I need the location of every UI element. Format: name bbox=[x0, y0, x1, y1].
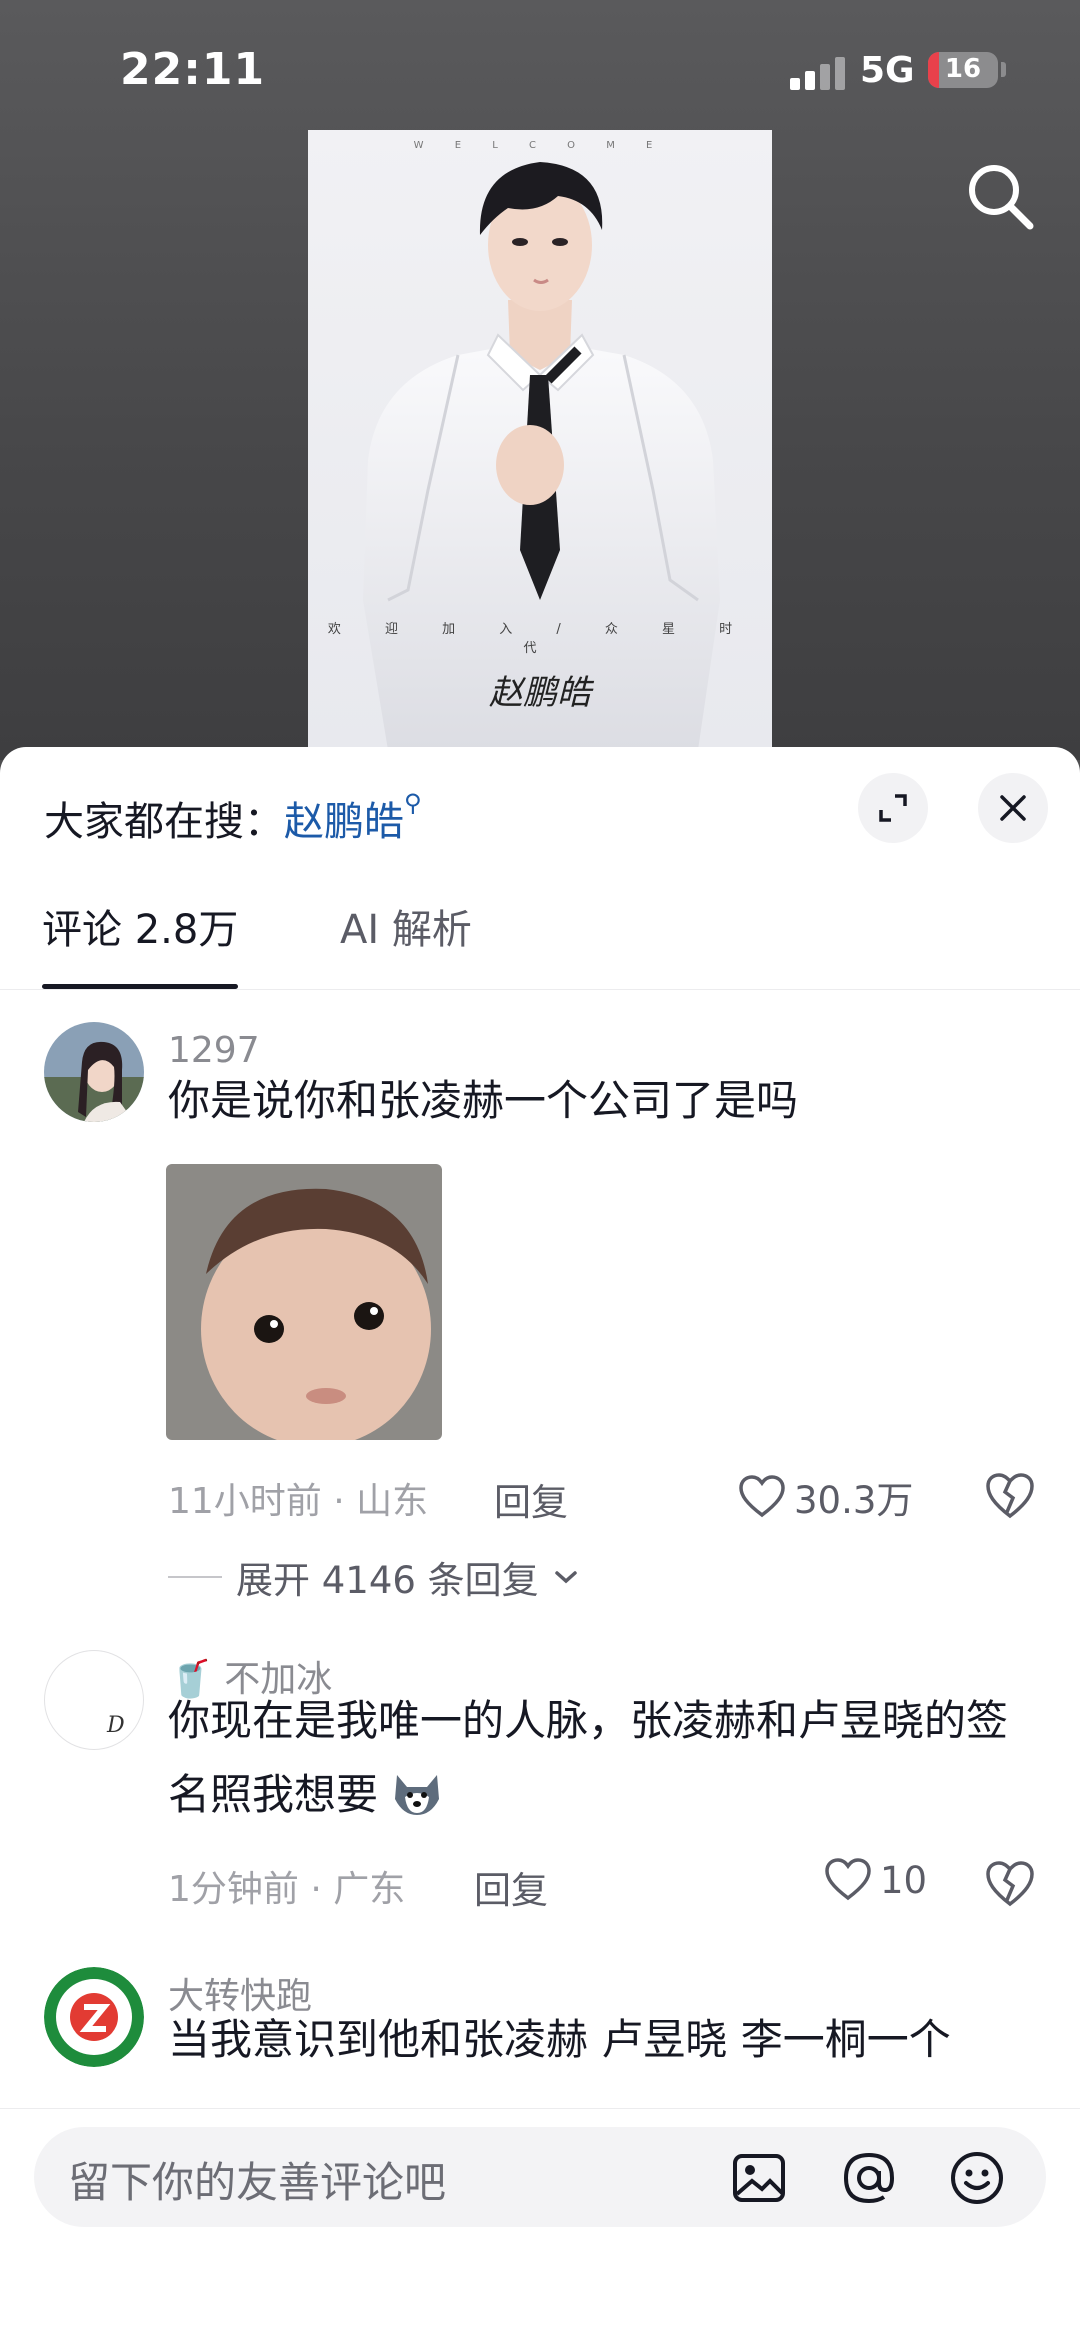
expand-replies[interactable]: 展开 4146 条回复 bbox=[168, 1550, 579, 1604]
comment-text-content: 你现在是我唯一的人脉，张凌赫和卢昱晓的签名照我想要 bbox=[168, 1696, 1009, 1819]
avatar[interactable] bbox=[44, 1022, 144, 1122]
person-illustration bbox=[363, 162, 720, 750]
emoji-icon[interactable] bbox=[948, 2149, 1006, 2207]
reply-button[interactable]: 回复 bbox=[494, 1472, 568, 1526]
at-icon[interactable] bbox=[840, 2149, 898, 2207]
comment-text[interactable]: 当我意识到他和张凌赫 卢昱晓 李一桐一个 bbox=[168, 2003, 1028, 2077]
close-icon bbox=[1000, 795, 1026, 821]
expand-icon bbox=[879, 794, 907, 822]
poster-tagline: 欢 迎 加 入 / 众 星 时 代 bbox=[327, 622, 753, 656]
comment-item: 1297 你是说你和张凌赫一个公司了是吗 11小时前 · 山东 回复 30.3万 bbox=[0, 1022, 1080, 1602]
video-poster[interactable]: W E L C O M E 欢 迎 加 入 / 众 星 时 代 赵鹏皓 bbox=[308, 130, 772, 750]
close-button[interactable] bbox=[978, 773, 1048, 843]
dislike-button[interactable] bbox=[984, 1860, 1036, 1912]
comment-input-bar: 留下你的友善评论吧 bbox=[0, 2108, 1080, 2338]
tab-ai-analysis[interactable]: AI 解析 bbox=[340, 897, 472, 989]
broken-heart-icon bbox=[986, 1861, 1034, 1907]
avatar[interactable]: D bbox=[44, 1650, 144, 1750]
hot-search-keyword[interactable]: 赵鹏皓 bbox=[284, 799, 404, 845]
comment-image[interactable] bbox=[166, 1164, 442, 1440]
broken-heart-icon bbox=[986, 1473, 1034, 1519]
husky-emoji-icon bbox=[395, 1775, 440, 1815]
battery-percent: 16 bbox=[944, 54, 982, 84]
hot-search-label: 大家都在搜： bbox=[44, 799, 284, 845]
chevron-down-icon bbox=[554, 1571, 577, 1584]
dislike-button[interactable] bbox=[984, 1472, 1036, 1524]
like-count: 30.3万 bbox=[794, 1479, 914, 1522]
comment-panel: 大家都在搜：赵鹏皓⚲ 评论 2.8万 AI 解析 1297 你是说你和张凌赫一个… bbox=[0, 747, 1080, 2337]
poster-name: 赵鹏皓 bbox=[489, 673, 591, 713]
heart-icon bbox=[825, 1858, 871, 1901]
battery-icon: 16 bbox=[928, 52, 998, 88]
poster-welcome-text: W E L C O M E bbox=[413, 140, 667, 151]
comment-tabs: 评论 2.8万 AI 解析 bbox=[0, 897, 1080, 990]
avatar[interactable] bbox=[44, 1967, 144, 2067]
like-count: 10 bbox=[880, 1858, 928, 1902]
image-icon[interactable] bbox=[730, 2149, 788, 2207]
comment-item: 大转快跑 当我意识到他和张凌赫 卢昱晓 李一桐一个 bbox=[0, 1967, 1080, 2107]
comment-input[interactable]: 留下你的友善评论吧 bbox=[34, 2127, 1046, 2227]
status-time: 22:11 bbox=[120, 44, 266, 95]
expand-button[interactable] bbox=[858, 773, 928, 843]
battery-tip bbox=[1001, 62, 1006, 77]
search-icon: ⚲ bbox=[404, 789, 422, 817]
comment-meta: 1分钟前 · 广东 bbox=[168, 1869, 406, 1910]
comment-text[interactable]: 你现在是我唯一的人脉，张凌赫和卢昱晓的签名照我想要 bbox=[168, 1684, 1028, 1832]
like-button[interactable]: 30.3万 bbox=[738, 1470, 913, 1524]
hot-search[interactable]: 大家都在搜：赵鹏皓⚲ bbox=[44, 789, 422, 847]
tab-comments[interactable]: 评论 2.8万 bbox=[42, 897, 239, 989]
expand-replies-label: 展开 4146 条回复 bbox=[236, 1559, 539, 1602]
comment-meta: 11小时前 · 山东 bbox=[168, 1481, 429, 1522]
like-button[interactable]: 10 bbox=[824, 1858, 927, 1902]
comment-input-placeholder: 留下你的友善评论吧 bbox=[68, 2158, 447, 2207]
comment-text[interactable]: 你是说你和张凌赫一个公司了是吗 bbox=[168, 1064, 1028, 1138]
network-type: 5G bbox=[860, 50, 915, 91]
reply-button[interactable]: 回复 bbox=[474, 1860, 548, 1914]
signal-icon bbox=[790, 56, 846, 90]
search-icon[interactable] bbox=[960, 156, 1040, 236]
heart-icon bbox=[739, 1475, 785, 1518]
comment-item: D 🥤 不加冰 你现在是我唯一的人脉，张凌赫和卢昱晓的签名照我想要 1分钟前 ·… bbox=[0, 1642, 1080, 2002]
